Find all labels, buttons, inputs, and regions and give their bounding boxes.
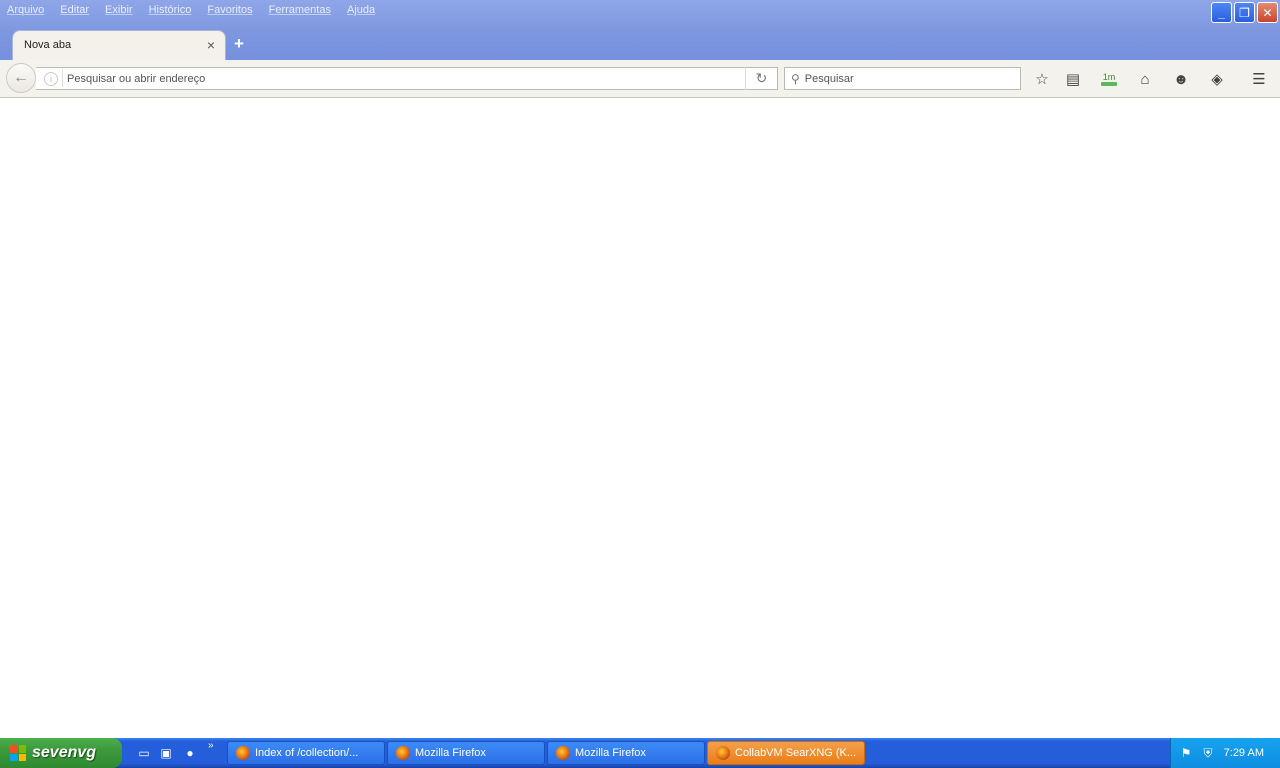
taskbar: sevenvg ▭ ▣ ● » Index of /collection/...… [0,738,1280,768]
menu-favoritos[interactable]: Favoritos [199,0,260,20]
menu-bar: Arquivo Editar Exibir Histórico Favorito… [0,0,383,20]
search-bar[interactable]: ⚲ Pesquisar [784,67,1021,90]
task-label: Index of /collection/... [255,747,359,759]
chat-icon[interactable]: ☻ [1170,68,1192,90]
explorer-icon[interactable]: ▣ [158,745,174,761]
url-input[interactable]: Pesquisar ou abrir endereço [67,73,745,85]
task-label: CollabVM SearXNG (K... [735,747,857,759]
extension-bar [1101,82,1117,86]
start-button[interactable]: sevenvg [0,738,122,768]
extension-badge: 1m [1102,72,1116,82]
menu-hamburger-icon[interactable]: ☰ [1248,68,1270,90]
tab-title: Nova aba [24,39,72,51]
bookmarks-list-icon[interactable]: ▤ [1062,68,1084,90]
pocket-icon[interactable]: ◈ [1206,68,1228,90]
minimize-icon: _ [1218,5,1225,20]
site-info-icon[interactable]: i [44,71,58,86]
task-collabvm-searxng[interactable]: CollabVM SearXNG (K... [707,741,865,765]
menu-ferramentas[interactable]: Ferramentas [261,0,339,20]
task-mozilla-firefox-2[interactable]: Mozilla Firefox [547,741,705,765]
windows-logo-icon [10,745,26,761]
navigation-toolbar: ← i Pesquisar ou abrir endereço ↻ ⚲ Pesq… [0,60,1280,98]
minimize-button[interactable]: _ [1211,2,1232,23]
task-mozilla-firefox-1[interactable]: Mozilla Firefox [387,741,545,765]
security-shield-icon[interactable]: ⛨ [1201,746,1215,760]
url-bar[interactable]: i Pesquisar ou abrir endereço ↻ [36,67,778,90]
start-label: sevenvg [32,744,97,761]
quicklaunch-more-icon[interactable]: » [208,740,214,751]
back-button[interactable]: ← [6,63,36,93]
browser-titlebar: Arquivo Editar Exibir Histórico Favorito… [0,0,1280,60]
menu-historico[interactable]: Histórico [141,0,200,20]
new-tab-icon[interactable]: + [234,34,244,54]
system-tray: ⚑ ⛨ 7:29 AM [1170,738,1280,768]
search-icon: ⚲ [791,71,800,86]
restore-button[interactable]: ❐ [1234,2,1255,23]
task-label: Mozilla Firefox [415,747,486,759]
search-input[interactable]: Pesquisar [805,73,854,85]
restore-icon: ❐ [1239,5,1250,20]
url-separator [62,70,63,87]
tab-nova-aba[interactable]: Nova aba × [12,30,226,60]
task-label: Mozilla Firefox [575,747,646,759]
page-content [0,99,1280,738]
bookmark-star-icon[interactable]: ☆ [1031,68,1053,90]
firefox-icon [396,746,410,760]
menu-ajuda[interactable]: Ajuda [339,0,383,20]
close-icon: ✕ [1262,5,1273,20]
window-controls: _ ❐ ✕ [1211,2,1278,23]
home-icon[interactable]: ⌂ [1134,68,1156,90]
tab-close-icon[interactable]: × [207,37,215,53]
close-window-button[interactable]: ✕ [1257,2,1278,23]
firefox-icon [236,746,250,760]
browser-icon [716,746,730,760]
menu-exibir[interactable]: Exibir [97,0,141,20]
back-arrow-icon: ← [13,69,29,86]
reload-icon[interactable]: ↻ [745,67,777,90]
clock[interactable]: 7:29 AM [1224,747,1264,759]
extension-icon[interactable]: 1m [1098,68,1120,90]
menu-arquivo[interactable]: Arquivo [0,0,52,20]
network-icon[interactable]: ⚑ [1179,746,1193,760]
browser-quicklaunch-icon[interactable]: ● [182,745,198,761]
firefox-icon [556,746,570,760]
show-desktop-icon[interactable]: ▭ [136,745,152,761]
task-index-of-collection[interactable]: Index of /collection/... [227,741,385,765]
menu-editar[interactable]: Editar [52,0,97,20]
